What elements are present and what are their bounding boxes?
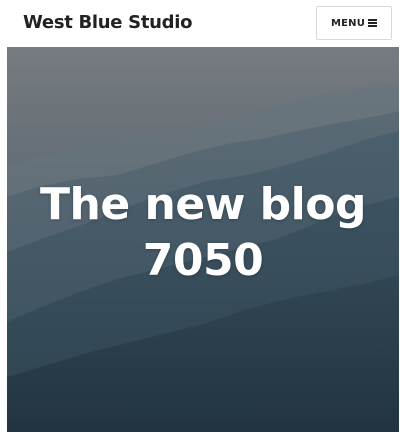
hero-title-line-2: 7050 — [142, 235, 264, 286]
hamburger-icon — [368, 19, 378, 27]
site-title[interactable]: West Blue Studio — [23, 10, 193, 36]
menu-label: MENU — [330, 17, 366, 29]
menu-button[interactable]: MENU — [316, 6, 392, 40]
site-header: West Blue Studio MENU — [0, 0, 400, 46]
hero-banner: The new blog 7050 — [7, 47, 399, 432]
hero-title-line-1: The new blog — [40, 179, 366, 230]
hero-title[interactable]: The new blog 7050 — [7, 177, 399, 289]
